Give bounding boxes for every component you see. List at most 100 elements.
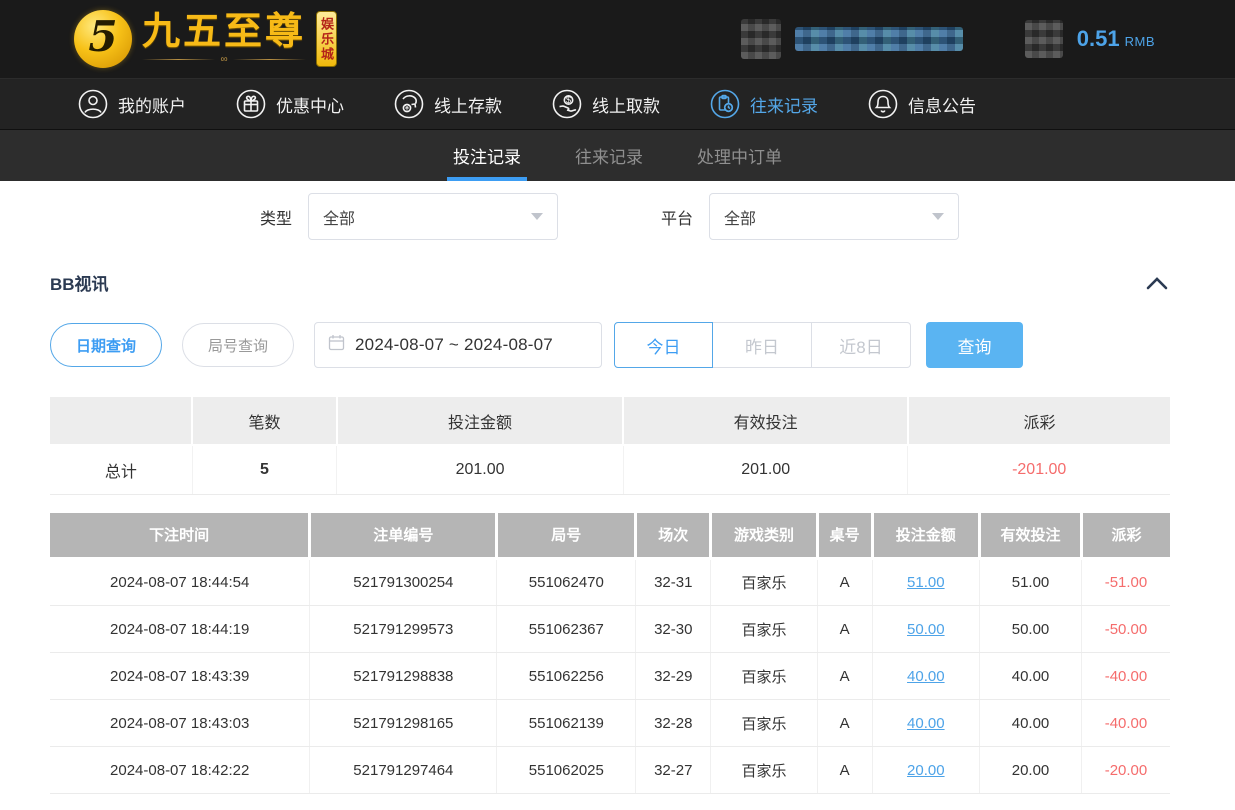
cell-game: 百家乐 (711, 606, 817, 653)
cell-link: 40.00 (872, 653, 980, 700)
cell-link: 20.00 (872, 747, 980, 794)
cell-time: 2024-08-07 18:44:54 (50, 559, 310, 606)
logo-five-glyph: 5 (88, 16, 117, 58)
cell-session: 32-29 (636, 653, 711, 700)
nav-item-announcements[interactable]: 信息公告 (868, 89, 976, 119)
cell-game: 百家乐 (711, 747, 817, 794)
tab-bet-records[interactable]: 投注记录 (449, 130, 525, 181)
summary-header-payout: 派彩 (908, 397, 1170, 445)
chevron-down-icon (531, 213, 543, 220)
type-filter-label: 类型 (260, 205, 292, 229)
chevron-down-icon (932, 213, 944, 220)
nav-item-online-deposit[interactable]: ¥ 线上存款 (394, 89, 502, 119)
summary-bet-amount: 201.00 (337, 445, 624, 494)
cell-id: 521791297464 (310, 747, 497, 794)
bet-records-table: 下注时间 注单编号 局号 场次 游戏类别 桌号 投注金额 有效投注 派彩 202… (50, 513, 1170, 795)
platform-select[interactable]: 全部 (709, 193, 959, 240)
cell-link: 51.00 (872, 559, 980, 606)
cell-round: 551062139 (497, 700, 636, 747)
username-censored (795, 27, 963, 51)
header-order-id: 注单编号 (310, 513, 497, 559)
balance-currency: RMB (1125, 34, 1155, 49)
tab-pending-orders[interactable]: 处理中订单 (693, 130, 786, 181)
withdraw-icon: $ (552, 89, 582, 119)
nav-item-promotions[interactable]: 优惠中心 (236, 89, 344, 119)
tab-transaction-records[interactable]: 往来记录 (571, 130, 647, 181)
bet-amount-link[interactable]: 20.00 (907, 762, 945, 779)
cell-payout: -40.00 (1081, 653, 1170, 700)
cell-id: 521791299573 (310, 606, 497, 653)
cell-link: 40.00 (872, 700, 980, 747)
user-avatar[interactable] (741, 19, 781, 59)
logo-circle-icon: 5 (74, 10, 132, 68)
date-range-input[interactable]: 2024-08-07 ~ 2024-08-07 (314, 322, 602, 368)
cell-session: 32-31 (636, 559, 711, 606)
nav-label: 优惠中心 (276, 92, 344, 117)
nav-item-online-withdrawal[interactable]: $ 线上取款 (552, 89, 660, 119)
summary-count: 5 (192, 445, 336, 494)
cell-time: 2024-08-07 18:42:22 (50, 747, 310, 794)
cell-time: 2024-08-07 18:43:39 (50, 653, 310, 700)
header-valid-bet: 有效投注 (980, 513, 1082, 559)
section-title: BB视讯 (50, 270, 109, 295)
last-8-days-button[interactable]: 近8日 (812, 322, 911, 368)
summary-payout: -201.00 (908, 445, 1170, 494)
search-button[interactable]: 查询 (926, 322, 1023, 368)
query-toolbar: 日期查询 局号查询 2024-08-07 ~ 2024-08-07 今日 昨日 … (50, 322, 1235, 368)
nav-label: 信息公告 (908, 92, 976, 117)
cell-round: 551062470 (497, 559, 636, 606)
bet-amount-link[interactable]: 50.00 (907, 621, 945, 638)
round-query-button[interactable]: 局号查询 (182, 323, 294, 367)
summary-header-count: 笔数 (192, 397, 336, 445)
balance-amount: 0.51 (1077, 26, 1120, 52)
date-query-button[interactable]: 日期查询 (50, 323, 162, 367)
summary-header-bet: 投注金额 (337, 397, 624, 445)
nav-label: 线上取款 (592, 92, 660, 117)
brand-logo[interactable]: 5 九五至尊 ∞ 娱乐城 (74, 10, 337, 68)
cell-table: A (817, 653, 872, 700)
cell-valid: 51.00 (980, 559, 1082, 606)
logo-text-block: 九五至尊 ∞ (142, 13, 306, 66)
header-game-type: 游戏类别 (711, 513, 817, 559)
cell-valid: 20.00 (980, 747, 1082, 794)
bet-amount-link[interactable]: 40.00 (907, 715, 945, 732)
nav-label: 往来记录 (750, 92, 818, 117)
cell-round: 551062367 (497, 606, 636, 653)
quick-date-group: 今日 昨日 近8日 (614, 322, 911, 368)
cell-table: A (817, 606, 872, 653)
sub-tab-bar: 投注记录 往来记录 处理中订单 (0, 130, 1235, 181)
cell-table: A (817, 747, 872, 794)
gift-icon (236, 89, 266, 119)
cell-game: 百家乐 (711, 559, 817, 606)
table-row: 2024-08-07 18:42:22521791297464551062025… (50, 747, 1170, 794)
bet-amount-link[interactable]: 40.00 (907, 668, 945, 685)
header-payout: 派彩 (1081, 513, 1170, 559)
cell-payout: -51.00 (1081, 559, 1170, 606)
table-row: 2024-08-07 18:44:54521791300254551062470… (50, 559, 1170, 606)
cell-session: 32-28 (636, 700, 711, 747)
nav-label: 我的账户 (118, 92, 186, 117)
svg-text:¥: ¥ (404, 104, 410, 113)
cell-table: A (817, 700, 872, 747)
cell-game: 百家乐 (711, 653, 817, 700)
header-session: 场次 (636, 513, 711, 559)
nav-item-my-account[interactable]: 我的账户 (78, 89, 186, 119)
yesterday-button[interactable]: 昨日 (713, 322, 812, 368)
summary-total-label: 总计 (50, 445, 192, 494)
brand-badge: 娱乐城 (316, 11, 337, 67)
type-select[interactable]: 全部 (308, 193, 558, 240)
cell-round: 551062256 (497, 653, 636, 700)
cell-link: 50.00 (872, 606, 980, 653)
table-row: 2024-08-07 18:43:03521791298165551062139… (50, 700, 1170, 747)
bet-amount-link[interactable]: 51.00 (907, 574, 945, 591)
user-icon (78, 89, 108, 119)
nav-item-transaction-records[interactable]: 往来记录 (710, 89, 818, 119)
cell-session: 32-27 (636, 747, 711, 794)
wallet-icon[interactable] (1025, 20, 1063, 58)
cell-time: 2024-08-07 18:43:03 (50, 700, 310, 747)
summary-total-row: 总计 5 201.00 201.00 -201.00 (50, 445, 1170, 494)
table-row: 2024-08-07 18:43:39521791298838551062256… (50, 653, 1170, 700)
today-button[interactable]: 今日 (614, 322, 713, 368)
logo-flourish-ornament: ∞ (142, 54, 306, 65)
chevron-up-icon[interactable] (1145, 275, 1169, 291)
